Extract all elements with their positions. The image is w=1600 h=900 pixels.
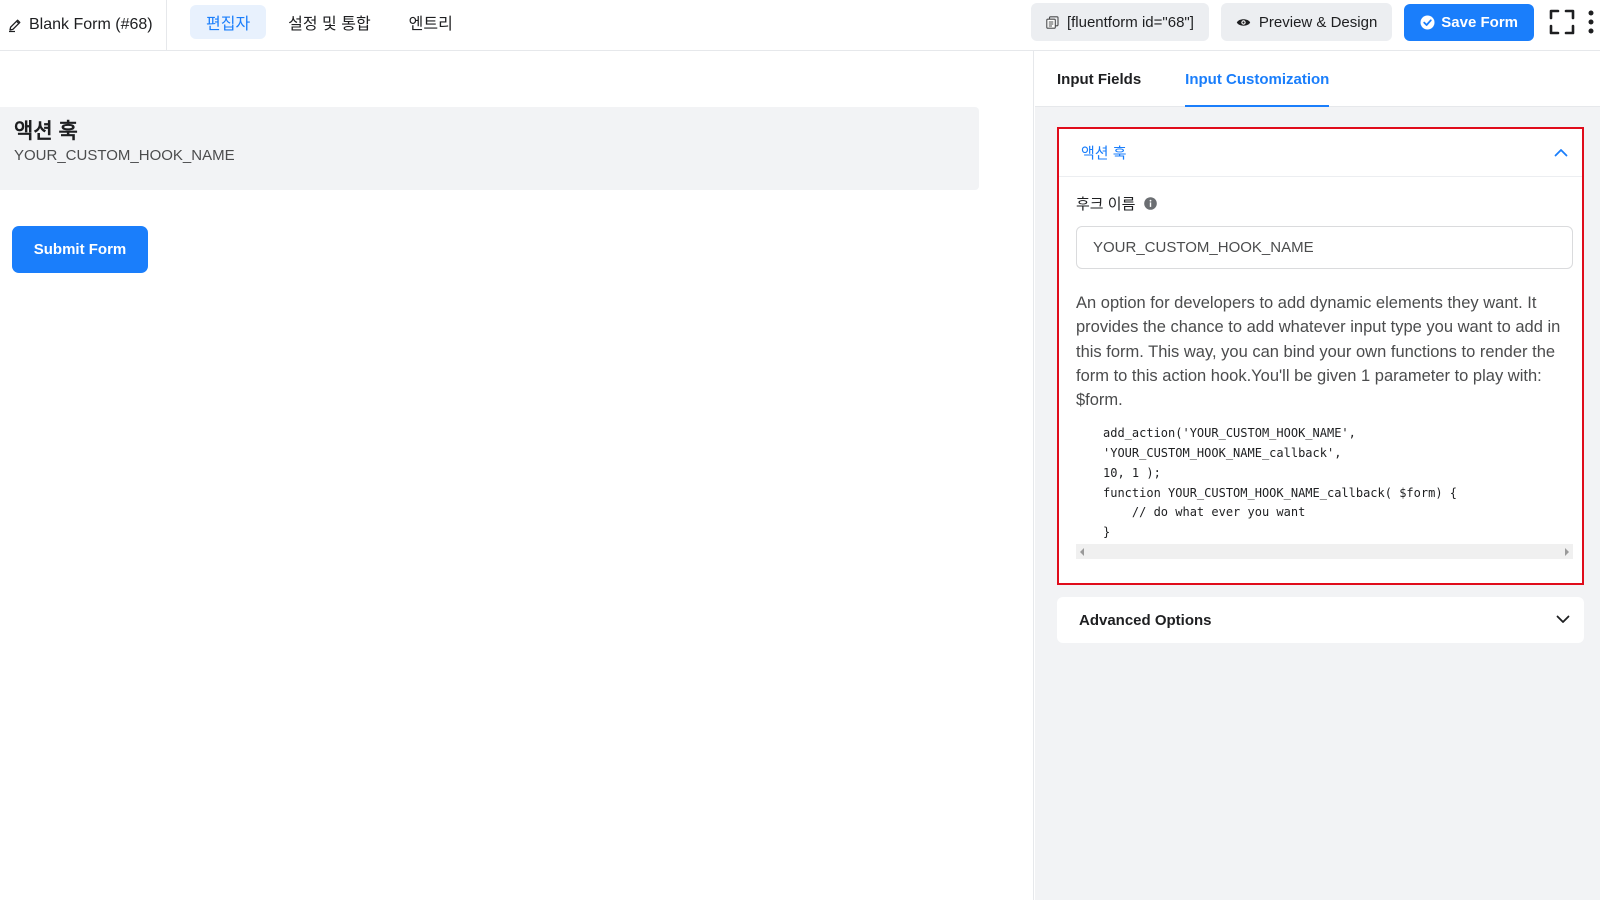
- chevron-up-icon[interactable]: [1554, 144, 1568, 162]
- check-circle-icon: [1420, 15, 1435, 30]
- more-vertical-icon[interactable]: [1584, 8, 1598, 36]
- preview-label: Preview & Design: [1258, 13, 1378, 31]
- chevron-down-icon[interactable]: [1556, 611, 1570, 629]
- action-hook-settings-card: 액션 훅 후크 이름 An option for developers to a…: [1057, 127, 1584, 585]
- hook-name-label-text: 후크 이름: [1076, 196, 1136, 213]
- tab-settings-integrations[interactable]: 설정 및 통합: [272, 5, 387, 39]
- top-bar: Blank Form (#68) 편집자 설정 및 통합 엔트리 [fluent…: [0, 0, 1600, 51]
- preview-design-button[interactable]: Preview & Design: [1220, 3, 1393, 41]
- pencil-icon: [7, 17, 23, 33]
- shortcode-button[interactable]: [fluentform id="68"]: [1030, 3, 1209, 41]
- code-example[interactable]: add_action('YOUR_CUSTOM_HOOK_NAME', 'YOU…: [1076, 424, 1573, 560]
- scroll-left-icon[interactable]: [1080, 547, 1084, 556]
- save-label: Save Form: [1441, 13, 1518, 31]
- form-canvas: 액션 훅 YOUR_CUSTOM_HOOK_NAME Submit Form: [0, 51, 1034, 900]
- tab-input-fields[interactable]: Input Fields: [1057, 51, 1141, 107]
- code-snippet: add_action('YOUR_CUSTOM_HOOK_NAME', 'YOU…: [1103, 426, 1458, 539]
- tab-editor[interactable]: 편집자: [190, 5, 267, 39]
- submit-form-button[interactable]: Submit Form: [12, 226, 148, 273]
- action-hook-field-preview[interactable]: 액션 훅 YOUR_CUSTOM_HOOK_NAME: [0, 107, 979, 190]
- eye-icon: [1236, 17, 1251, 28]
- tab-entries[interactable]: 엔트리: [393, 5, 469, 39]
- advanced-options-title: Advanced Options: [1079, 611, 1212, 629]
- action-hook-section-header[interactable]: 액션 훅: [1059, 129, 1582, 177]
- fullscreen-icon[interactable]: [1548, 8, 1576, 36]
- horizontal-scrollbar[interactable]: [1076, 544, 1573, 560]
- action-hook-section-title: 액션 훅: [1081, 145, 1127, 162]
- action-hook-preview-title: 액션 훅: [14, 120, 78, 143]
- top-actions: [fluentform id="68"] Preview & Design Sa…: [1030, 3, 1600, 41]
- shortcode-label: [fluentform id="68"]: [1066, 13, 1194, 31]
- copy-icon: [1046, 15, 1059, 29]
- scroll-right-icon[interactable]: [1565, 547, 1569, 556]
- info-icon[interactable]: [1144, 197, 1158, 210]
- hook-help-text: An option for developers to add dynamic …: [1076, 294, 1561, 410]
- tab-input-customization[interactable]: Input Customization: [1185, 51, 1330, 107]
- panel-tabs: Input Fields Input Customization: [1035, 51, 1600, 107]
- action-hook-section-body: 후크 이름 An option for developers to add dy…: [1059, 193, 1582, 560]
- hook-name-label: 후크 이름: [1076, 193, 1570, 214]
- form-title-text: Blank Form (#68): [29, 16, 153, 33]
- form-title[interactable]: Blank Form (#68): [0, 0, 167, 50]
- action-hook-preview-value: YOUR_CUSTOM_HOOK_NAME: [14, 147, 235, 164]
- settings-panel: Input Fields Input Customization 액션 훅 후크…: [1035, 51, 1600, 900]
- advanced-options-section[interactable]: Advanced Options: [1057, 597, 1584, 643]
- hook-name-input[interactable]: [1076, 226, 1573, 269]
- main-nav: 편집자 설정 및 통합 엔트리: [190, 5, 469, 39]
- save-form-button[interactable]: Save Form: [1404, 3, 1534, 41]
